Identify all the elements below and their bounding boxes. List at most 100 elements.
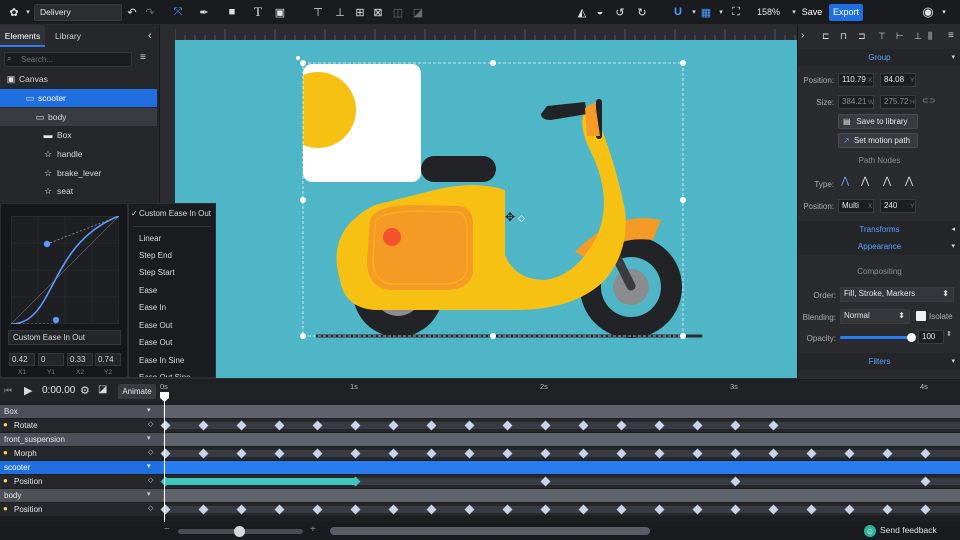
order-select[interactable]: Fill, Stroke, Markers ⬍ (840, 287, 954, 302)
node-smooth-icon[interactable]: ⋀ (841, 176, 849, 187)
track-box[interactable]: Box ▾ (0, 405, 960, 418)
align-right-icon[interactable]: ⊐ (858, 31, 866, 42)
menu-icon[interactable]: ≡ (948, 30, 954, 41)
save-to-library-button[interactable]: ▤ Save to library (838, 114, 918, 129)
easing-toggle-icon[interactable]: ◪ (98, 384, 107, 395)
section-transforms[interactable]: Transforms ◂ (798, 221, 960, 238)
align-bottom-icon[interactable]: ⊥ (914, 31, 922, 42)
align-top-icon[interactable]: ⊤ (310, 4, 326, 20)
redo-icon[interactable]: ↷ (142, 4, 158, 20)
easing-name-field[interactable]: Custom Ease In Out (8, 330, 121, 345)
opacity-slider-track[interactable] (840, 333, 916, 342)
track-scooter[interactable]: scooter ▾ (0, 461, 960, 474)
timeline-zoom-slider[interactable] (178, 526, 303, 537)
opacity-slider-handle[interactable] (907, 333, 916, 342)
magnet-snap-icon[interactable]: U (670, 4, 686, 20)
easing-option-step-start[interactable]: Step Start (129, 265, 215, 281)
selected-keyframe-span[interactable] (165, 478, 355, 485)
timeline-ruler[interactable] (160, 380, 960, 404)
timeline-zoom-handle[interactable] (234, 526, 245, 537)
image-tool-icon[interactable]: ▣ (272, 4, 288, 20)
track-body[interactable]: body ▾ (0, 489, 960, 502)
anchor-diamond-icon[interactable]: ◇ (518, 214, 525, 224)
export-button[interactable]: Export (829, 4, 863, 21)
artboard[interactable]: ✥ ◇ (175, 40, 797, 378)
distribute-icon[interactable]: ⫼ (928, 31, 932, 42)
skip-back-icon[interactable]: ⏮ (4, 385, 12, 396)
easing-option-ease-out-sine[interactable]: Ease Out Sine (129, 370, 215, 377)
isolate-checkbox[interactable] (916, 311, 926, 321)
section-group[interactable]: Group ▾ (798, 49, 960, 66)
playhead[interactable] (164, 392, 165, 522)
chevron-down-icon[interactable]: ▾ (147, 434, 151, 442)
chevron-down-icon[interactable]: ▾ (786, 4, 802, 20)
easing-option-ease[interactable]: Ease (129, 283, 215, 299)
clip-icon[interactable]: ◪ (410, 4, 426, 20)
play-icon[interactable]: ▶ (24, 384, 32, 397)
track-body-position[interactable]: ● Position ◇ (0, 503, 960, 516)
track-scooter-position[interactable]: ● Position ◇ (0, 475, 960, 488)
easing-option-custom-ease-in-out[interactable]: ✓ Custom Ease In Out (129, 206, 215, 222)
send-feedback-link[interactable]: Send feedback (880, 525, 937, 535)
tree-item-box[interactable]: ▬ Box (0, 126, 157, 144)
easing-x2-field[interactable]: 0.33 (67, 353, 93, 366)
chevron-down-icon[interactable]: ▾ (147, 490, 151, 498)
link-icon[interactable]: ⊂⊃ (922, 96, 935, 105)
tree-item-canvas[interactable]: ▣ Canvas (0, 70, 157, 88)
easing-option-ease-in-sine[interactable]: Ease In Sine (129, 353, 215, 369)
tab-library[interactable]: Library (48, 25, 88, 47)
tree-item-body[interactable]: ▭ body (0, 108, 157, 126)
seat[interactable] (421, 156, 496, 182)
blending-select[interactable]: Normal ⬍ (840, 309, 910, 324)
save-button[interactable]: Save (801, 4, 823, 21)
pen-tool-icon[interactable]: ✒ (196, 4, 212, 20)
zoom-out-icon[interactable]: − (164, 524, 170, 535)
tail-light[interactable] (383, 228, 401, 246)
expand-panel-icon[interactable]: › (801, 30, 804, 41)
easing-option-ease-out[interactable]: Ease Out (129, 318, 215, 334)
ungroup-icon[interactable]: ⊠ (370, 4, 386, 20)
node-disconnected-icon[interactable]: ⋀ (905, 176, 913, 187)
align-center-icon[interactable]: ⊓ (840, 31, 847, 42)
track-front-suspension[interactable]: front_suspension ▾ (0, 433, 960, 446)
tree-item-brake-lever[interactable]: ☆ brake_lever (0, 164, 157, 182)
group-icon[interactable]: ⊞ (352, 4, 368, 20)
chevron-down-icon[interactable]: ▾ (147, 406, 151, 414)
gear-icon[interactable]: ⚙ (80, 384, 90, 397)
set-motion-path-button[interactable]: ↗ Set motion path (838, 133, 918, 148)
animate-button[interactable]: Animate (118, 384, 156, 399)
tree-item-seat[interactable]: ☆ seat (0, 182, 157, 200)
fit-screen-icon[interactable]: ⛶ (728, 4, 744, 20)
easing-option-ease-out-2[interactable]: Ease Out (129, 335, 215, 351)
pivot-point-icon[interactable]: ✥ (505, 210, 515, 224)
easing-option-linear[interactable]: Linear (129, 231, 215, 247)
menu-icon[interactable]: ≡ (140, 52, 146, 63)
document-name-field[interactable]: Delivery (34, 4, 122, 21)
align-top-edge-icon[interactable]: ⊤ (878, 31, 886, 42)
track-morph[interactable]: ● Morph ◇ (0, 447, 960, 460)
track-box-rotate[interactable]: ● Rotate ◇ (0, 419, 960, 432)
node-corner-icon[interactable]: ⋀ (861, 176, 869, 187)
keyframe-diamond-icon[interactable]: ◇ (148, 504, 153, 512)
distribute-icon[interactable]: ⊥ (332, 4, 348, 20)
chevron-down-icon[interactable]: ▾ (147, 462, 151, 470)
easing-y1-field[interactable]: 0 (38, 353, 64, 366)
rotate-left-icon[interactable]: ↺ (612, 4, 628, 20)
easing-x1-field[interactable]: 0.42 (9, 353, 35, 366)
node-asymmetric-icon[interactable]: ⋀ (883, 176, 891, 187)
keyframe-diamond-icon[interactable]: ◇ (148, 420, 153, 428)
easing-y2-field[interactable]: 0.74 (95, 353, 121, 366)
flip-vertical-icon[interactable]: ◒ (592, 4, 608, 20)
rotate-right-icon[interactable]: ↻ (634, 4, 650, 20)
user-avatar-icon[interactable]: ◉ (920, 4, 936, 20)
mask-icon[interactable]: ◫ (390, 4, 406, 20)
flip-horizontal-icon[interactable]: ◭ (574, 4, 590, 20)
chevron-down-icon[interactable]: ▾ (936, 4, 952, 20)
opacity-field[interactable]: 100 (918, 330, 944, 344)
timeline-scrollbar[interactable] (330, 527, 650, 535)
feedback-icon[interactable]: ☺ (864, 525, 876, 537)
current-time[interactable]: 0:00.00 (42, 385, 75, 396)
search-input[interactable]: Search... (4, 52, 132, 67)
section-filters[interactable]: Filters ▾ (798, 353, 960, 370)
text-tool-icon[interactable]: T (250, 4, 266, 20)
